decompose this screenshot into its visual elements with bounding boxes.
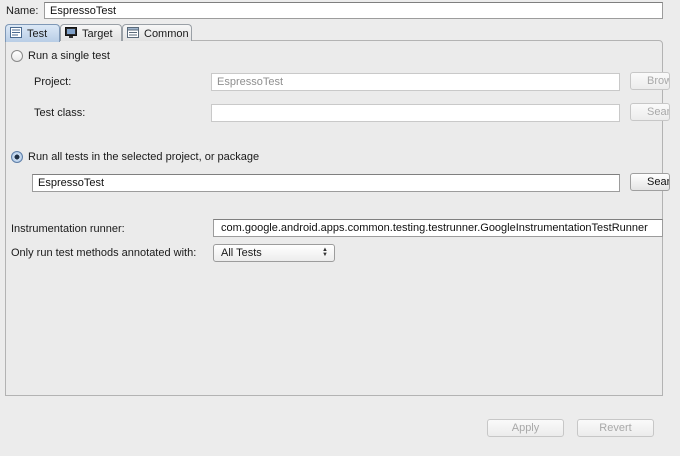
all-tests-label: Run all tests in the selected project, o… [28,151,260,163]
all-tests-radio[interactable] [11,151,23,163]
tab-common[interactable]: Common [122,24,192,41]
single-test-radio[interactable] [11,50,23,62]
revert-button[interactable]: Revert [577,419,654,437]
instrumentation-runner-select[interactable]: com.google.android.apps.common.testing.t… [213,219,663,237]
single-test-label: Run a single test [28,50,110,62]
tab-target[interactable]: Target [60,24,122,41]
project-field[interactable]: EspressoTest [211,73,620,91]
name-label: Name: [6,5,39,17]
test-class-label: Test class: [34,107,86,119]
annotation-filter-select[interactable]: All Tests ▲ ▼ [213,244,335,262]
tab-common-label: Common [144,28,189,40]
common-tab-icon [127,27,139,38]
search-class-button[interactable]: Search... [630,103,670,121]
test-tab-icon [10,27,22,38]
project-package-field[interactable]: EspressoTest [32,174,620,192]
annotation-filter-label: Only run test methods annotated with: [11,247,197,259]
select-arrows-icon: ▲ ▼ [322,247,328,258]
name-field[interactable]: EspressoTest [44,2,663,19]
tab-panel [5,40,663,396]
apply-button[interactable]: Apply [487,419,564,437]
instrumentation-runner-label: Instrumentation runner: [11,223,125,235]
test-class-field[interactable] [211,104,620,122]
tab-test-label: Test [27,28,48,40]
tab-test[interactable]: Test [5,24,60,42]
tab-target-label: Target [82,28,113,40]
search-package-button[interactable]: Search... [630,173,670,191]
project-label: Project: [34,76,72,88]
annotation-filter-value: All Tests [221,247,262,259]
monitor-icon [65,27,77,38]
browse-button[interactable]: Browse... [630,72,670,90]
